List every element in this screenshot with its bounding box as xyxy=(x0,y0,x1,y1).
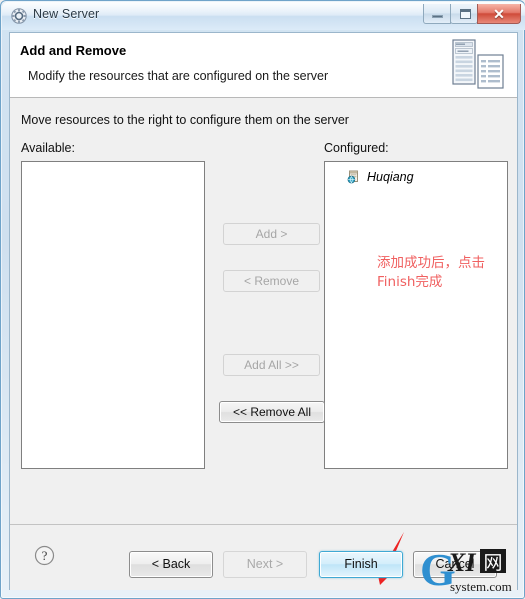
server-tower-document-icon xyxy=(449,37,507,92)
web-module-icon xyxy=(347,169,362,184)
available-list[interactable] xyxy=(21,161,205,469)
add-all-button[interactable]: Add All >> xyxy=(223,354,320,376)
instruction-text: Move resources to the right to configure… xyxy=(21,113,349,127)
maximize-icon xyxy=(460,9,471,19)
window-titlebar[interactable]: New Server ✕ xyxy=(2,2,525,30)
new-server-wizard-window: New Server ✕ Add and Remove Modify the r… xyxy=(0,0,525,599)
add-button[interactable]: Add > xyxy=(223,223,320,245)
remove-button[interactable]: < Remove xyxy=(223,270,320,292)
svg-text:?: ? xyxy=(42,548,48,563)
close-icon: ✕ xyxy=(493,6,505,22)
window-title: New Server xyxy=(33,7,100,21)
minimize-icon xyxy=(432,15,443,18)
page-subtitle: Modify the resources that are configured… xyxy=(28,69,329,83)
help-button[interactable]: ? xyxy=(34,545,55,566)
page-title: Add and Remove xyxy=(20,43,127,58)
configured-label: Configured: xyxy=(324,141,389,155)
back-button[interactable]: < Back xyxy=(129,551,213,578)
server-wizard-icon xyxy=(11,8,27,24)
list-item-label: Huqiang xyxy=(367,169,414,184)
list-item[interactable]: Huqiang xyxy=(347,169,414,184)
annotation-text: 添加成功后，点击 Finish完成 xyxy=(377,255,485,290)
remove-all-button[interactable]: << Remove All xyxy=(219,401,325,423)
next-button[interactable]: Next > xyxy=(223,551,307,578)
dialog-body: Add and Remove Modify the resources that… xyxy=(9,32,518,590)
window-controls: ✕ xyxy=(423,4,521,24)
screen-root: New Server ✕ Add and Remove Modify the r… xyxy=(0,0,525,599)
configured-list[interactable]: Huqiang 添加成功后，点击 Finish完成 xyxy=(324,161,508,469)
wizard-banner: Add and Remove Modify the resources that… xyxy=(10,33,517,98)
available-label: Available: xyxy=(21,141,75,155)
finish-button[interactable]: Finish xyxy=(319,551,403,578)
minimize-button[interactable] xyxy=(423,4,451,24)
maximize-button[interactable] xyxy=(450,4,478,24)
cancel-button[interactable]: Cancel xyxy=(413,551,497,578)
close-button[interactable]: ✕ xyxy=(477,4,521,24)
